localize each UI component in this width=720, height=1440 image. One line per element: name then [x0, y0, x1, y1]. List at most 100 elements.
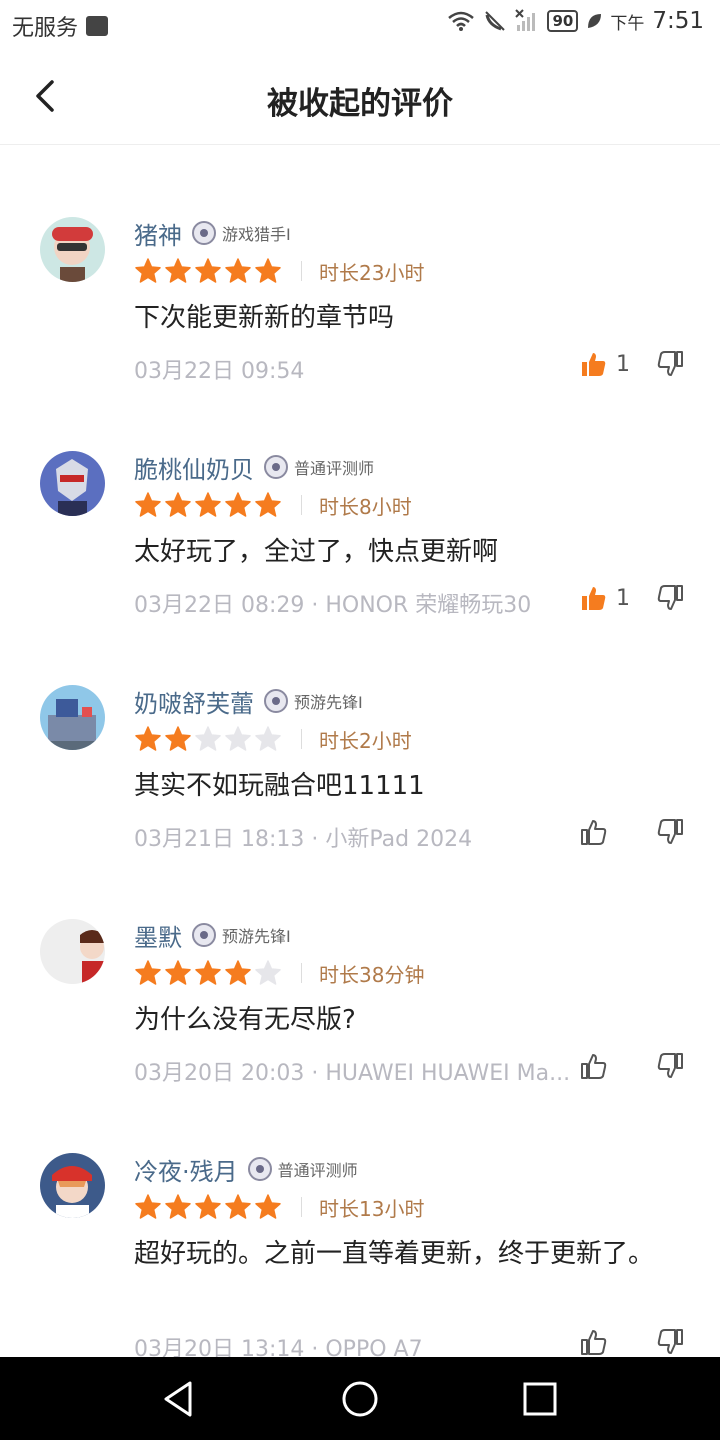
- playtime-label: 时长8小时: [319, 495, 412, 519]
- thumbs-down-icon[interactable]: [656, 583, 686, 613]
- badge-label: 游戏猎手I: [222, 225, 291, 244]
- reviewer-name-row: 脆桃仙奶贝 普通评测师: [134, 450, 374, 485]
- avatar[interactable]: [40, 1153, 105, 1218]
- status-bar: 无服务 90 下午 7:51: [0, 0, 720, 50]
- divider: [301, 495, 302, 515]
- reviewer-badge: 普通评测师: [247, 1157, 358, 1181]
- thumbs-up-icon: [581, 1054, 607, 1079]
- star-filled-icon: [225, 1194, 251, 1219]
- avatar[interactable]: [40, 451, 105, 516]
- review-text[interactable]: 下次能更新新的章节吗: [134, 297, 674, 339]
- reviewer-name[interactable]: 墨默: [134, 918, 182, 953]
- reviewer-badge: 游戏猎手I: [192, 221, 291, 245]
- reviewer-name-row: 冷夜·残月 普通评测师: [134, 1152, 358, 1187]
- avatar[interactable]: [40, 685, 105, 750]
- clock: 7:51: [652, 8, 704, 34]
- star-filled-icon: [165, 492, 191, 517]
- like-button[interactable]: [578, 817, 616, 847]
- star-empty-icon: [225, 726, 251, 751]
- nav-recents-icon[interactable]: [518, 1377, 562, 1421]
- badge-label: 普通评测师: [277, 1161, 358, 1180]
- star-empty-icon: [255, 726, 281, 751]
- signal-icon: [515, 9, 536, 31]
- badge-icon: [247, 1157, 272, 1181]
- nav-back-icon[interactable]: [158, 1377, 202, 1421]
- star-rating: [134, 257, 282, 285]
- review-meta: 03月21日 18:13 · 小新Pad 2024: [134, 827, 473, 852]
- review-text[interactable]: 为什么没有无尽版?: [134, 999, 674, 1041]
- star-filled-icon: [135, 1194, 161, 1219]
- reviewer-name[interactable]: 奶啵舒芙蕾: [134, 684, 254, 719]
- like-count: 1: [616, 351, 630, 377]
- badge-icon: [264, 689, 288, 713]
- reviewer-badge: 普通评测师: [264, 455, 374, 479]
- thumbs-up-icon: [581, 1330, 607, 1355]
- badge-label: 普通评测师: [294, 459, 375, 478]
- playtime-label: 时长38分钟: [319, 963, 425, 987]
- divider: [301, 1197, 302, 1217]
- review-meta: 03月22日 08:29 · HONOR 荣耀畅玩30: [134, 593, 532, 618]
- star-filled-icon: [255, 492, 281, 517]
- thumbs-up-icon: [582, 587, 606, 610]
- review-list[interactable]: 猪神 游戏猎手I 时长23小时 下次能更新新的章节吗 03月22日 09:54 …: [0, 145, 720, 1357]
- reviewer-name[interactable]: 猪神: [134, 216, 182, 251]
- playtime-label: 时长2小时: [319, 729, 412, 753]
- star-empty-icon: [255, 960, 281, 985]
- review-text[interactable]: 太好玩了，全过了，快点更新啊: [134, 531, 674, 573]
- star-filled-icon: [195, 1194, 221, 1219]
- star-rating: [134, 725, 282, 753]
- badge-icon: [192, 221, 216, 245]
- app-header: 被收起的评价: [0, 50, 720, 145]
- star-rating: [134, 959, 282, 987]
- star-filled-icon: [165, 1194, 191, 1219]
- playtime-label: 时长23小时: [319, 261, 425, 285]
- thumbs-down-icon[interactable]: [656, 817, 686, 847]
- star-filled-icon: [195, 492, 221, 517]
- star-rating: [134, 491, 282, 519]
- nav-home-icon[interactable]: [338, 1377, 382, 1421]
- leaf-icon: [588, 14, 602, 28]
- reviewer-badge: 预游先锋I: [264, 689, 363, 713]
- star-filled-icon: [135, 258, 161, 283]
- review-meta: 03月20日 13:14 · OPPO A7: [134, 1337, 423, 1357]
- star-filled-icon: [165, 726, 191, 751]
- reviewer-badge: 预游先锋I: [192, 923, 291, 947]
- like-button[interactable]: 1: [578, 583, 630, 613]
- carrier-label: 无服务: [12, 16, 79, 41]
- star-filled-icon: [225, 960, 251, 985]
- like-button[interactable]: [578, 1327, 616, 1357]
- star-filled-icon: [195, 258, 221, 283]
- avatar[interactable]: [40, 919, 105, 984]
- star-filled-icon: [225, 258, 251, 283]
- badge-label: 预游先锋I: [294, 693, 363, 712]
- battery-indicator: 90: [547, 10, 579, 32]
- star-filled-icon: [135, 726, 161, 751]
- reviewer-name-row: 猪神 游戏猎手I: [134, 216, 291, 251]
- thumbs-down-icon[interactable]: [656, 1327, 686, 1357]
- review-text[interactable]: 超好玩的。之前一直等着更新，终于更新了。: [134, 1233, 674, 1275]
- no-call-icon: [485, 11, 506, 31]
- time-ampm: 下午: [610, 13, 645, 34]
- thumbs-down-icon[interactable]: [656, 1051, 686, 1081]
- like-button[interactable]: 1: [578, 349, 630, 379]
- thumbs-up-icon: [582, 353, 606, 376]
- system-nav-bar: [0, 1357, 720, 1440]
- avatar[interactable]: [40, 217, 105, 282]
- thumbs-down-icon[interactable]: [656, 349, 686, 379]
- review-text[interactable]: 其实不如玩融合吧11111: [134, 765, 674, 807]
- star-filled-icon: [165, 258, 191, 283]
- star-filled-icon: [255, 258, 281, 283]
- thumbs-up-icon: [581, 820, 607, 845]
- divider: [301, 729, 302, 749]
- reviewer-name-row: 墨默 预游先锋I: [134, 918, 291, 953]
- star-filled-icon: [255, 1194, 281, 1219]
- star-filled-icon: [165, 960, 191, 985]
- image-notification-icon: [86, 16, 109, 36]
- reviewer-name[interactable]: 冷夜·残月: [134, 1152, 238, 1187]
- badge-icon: [264, 455, 288, 479]
- badge-label: 预游先锋I: [222, 927, 291, 946]
- like-button[interactable]: [578, 1051, 616, 1081]
- review-meta: 03月22日 09:54: [134, 359, 305, 384]
- star-filled-icon: [225, 492, 251, 517]
- reviewer-name[interactable]: 脆桃仙奶贝: [134, 450, 254, 485]
